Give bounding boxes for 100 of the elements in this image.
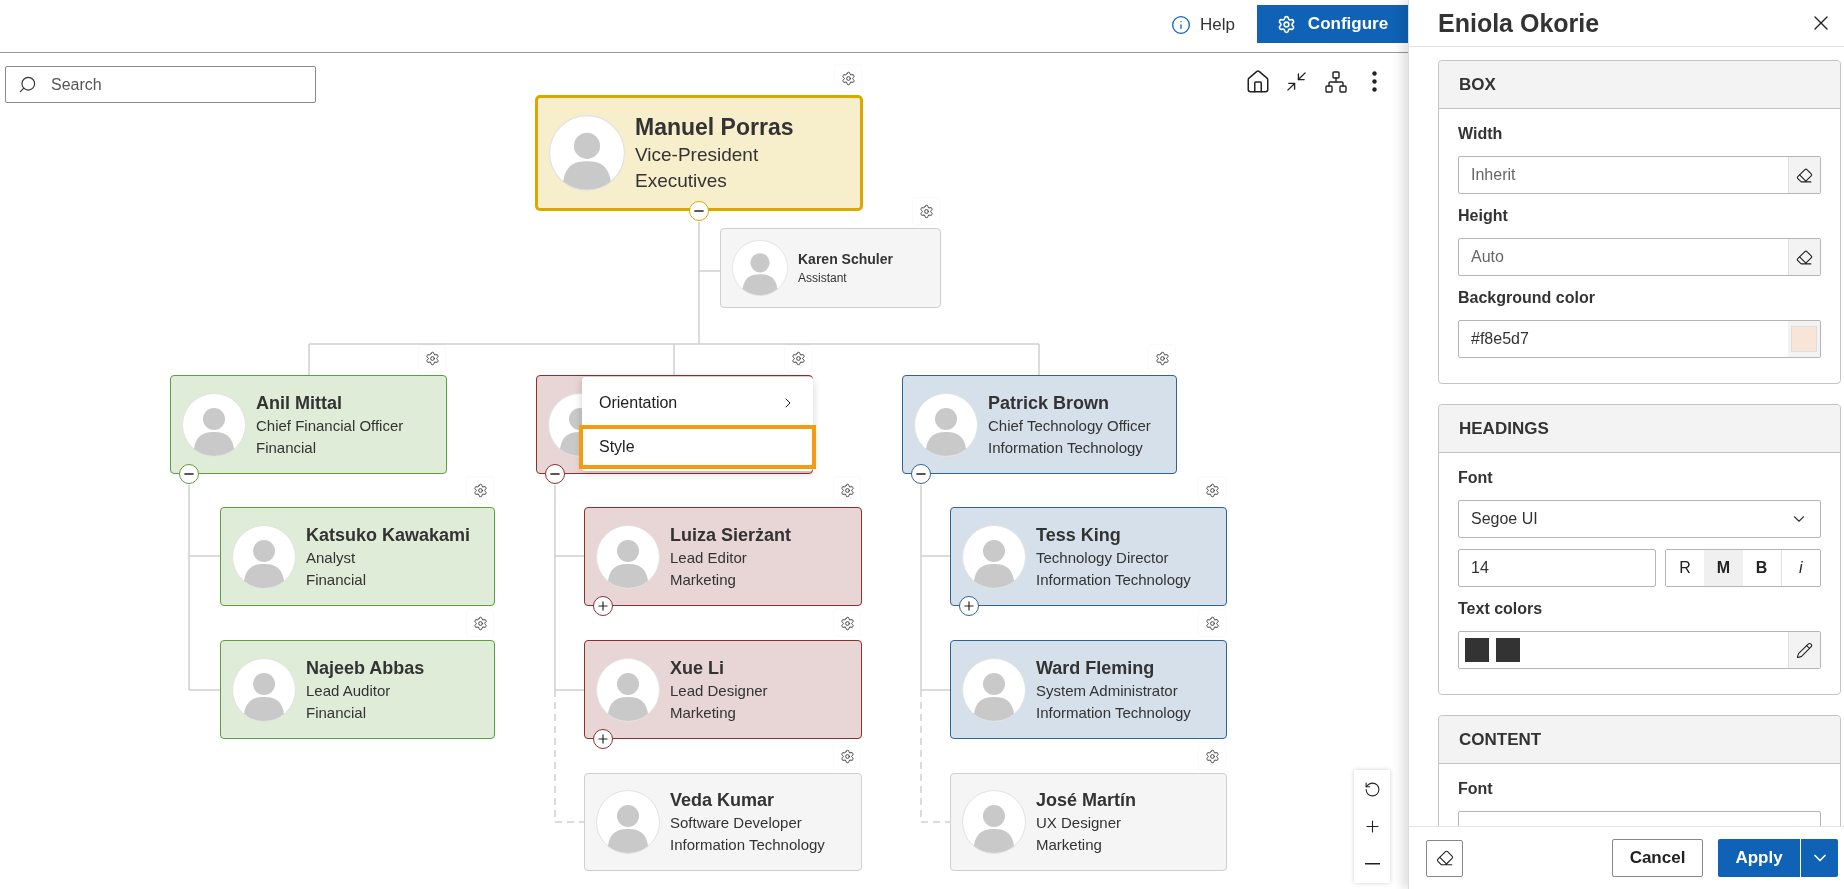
cancel-button[interactable]: Cancel — [1612, 839, 1703, 877]
plus-icon — [596, 732, 610, 746]
plus-icon — [962, 599, 976, 613]
org-node-card[interactable]: Veda Kumar Software Developer Information Technology — [584, 773, 862, 871]
settings-icon — [790, 350, 806, 366]
home-icon — [1244, 68, 1271, 95]
reset-style-button[interactable] — [1426, 839, 1463, 877]
department-name: Executives — [635, 168, 728, 193]
layout-button[interactable] — [1322, 68, 1349, 95]
org-node-card[interactable]: José Martín UX Designer Marketing — [950, 773, 1227, 871]
department-name: Financial — [256, 437, 318, 458]
department-name: Financial — [306, 702, 368, 723]
search-input[interactable]: Search — [49, 74, 289, 95]
help-link[interactable]: Help — [1171, 15, 1235, 35]
field-label: Height — [1458, 206, 1509, 226]
job-title: Assistant — [798, 269, 848, 287]
avatar-placeholder — [962, 790, 1026, 854]
apply-button[interactable]: Apply — [1718, 839, 1800, 877]
person-name: José Martín — [1036, 789, 1137, 812]
field-label: Text colors — [1458, 599, 1544, 619]
collapse-button[interactable] — [689, 201, 709, 221]
avatar-placeholder — [732, 240, 788, 296]
person-name: Manuel Porras — [635, 112, 794, 142]
department-name: Marketing — [670, 702, 737, 723]
pencil-icon — [1796, 641, 1813, 659]
section-header: BOX — [1439, 61, 1840, 109]
home-button[interactable] — [1244, 68, 1271, 95]
settings-icon — [1204, 615, 1220, 631]
settings-icon — [1276, 14, 1296, 34]
collapse-button[interactable] — [545, 464, 565, 484]
org-node-card[interactable]: Manuel Porras Vice-President Executives — [535, 95, 863, 211]
collapse-button[interactable] — [911, 464, 931, 484]
person-name: Luiza Sierżant — [670, 523, 792, 547]
avatar-placeholder — [962, 657, 1026, 722]
menu-item[interactable]: Style — [579, 425, 816, 469]
font-style-button[interactable]: i — [1780, 550, 1820, 586]
job-title: System Administrator — [1036, 680, 1179, 701]
person-name: Veda Kumar — [670, 789, 776, 812]
node-settings-button[interactable] — [1199, 743, 1225, 769]
expand-button[interactable] — [593, 596, 613, 616]
collapse-button[interactable] — [179, 464, 199, 484]
settings-icon — [472, 615, 488, 631]
avatar-placeholder — [596, 657, 660, 722]
department-name: Marketing — [670, 569, 737, 590]
avatar-placeholder — [962, 524, 1026, 589]
node-settings-button[interactable] — [834, 743, 860, 769]
node-settings-button[interactable] — [1149, 345, 1175, 371]
expand-button[interactable] — [959, 596, 979, 616]
menu-item-label: Style — [599, 438, 635, 456]
node-settings-button[interactable] — [913, 198, 939, 224]
edit-button[interactable] — [1788, 632, 1820, 668]
avatar-placeholder — [182, 392, 246, 457]
node-settings-button[interactable] — [467, 610, 493, 636]
node-settings-button[interactable] — [467, 477, 493, 503]
node-settings-button[interactable] — [785, 345, 811, 371]
org-node-card[interactable]: Karen Schuler Assistant — [720, 228, 941, 308]
minus-icon — [1364, 862, 1380, 865]
settings-icon — [839, 615, 855, 631]
settings-icon — [472, 482, 488, 498]
color-swatch[interactable] — [1465, 638, 1489, 662]
configure-button[interactable]: Configure — [1257, 5, 1408, 43]
org-node-card[interactable]: Najeeb Abbas Lead Auditor Financial — [220, 640, 495, 739]
job-title: UX Designer — [1036, 813, 1123, 833]
org-node-card[interactable]: Luiza Sierżant Lead Editor Marketing — [584, 507, 862, 606]
job-title: Lead Editor — [670, 547, 748, 568]
org-node-card[interactable]: Patrick Brown Chief Technology Officer Information Technology — [902, 375, 1177, 474]
node-settings-button[interactable] — [834, 477, 860, 503]
node-settings-button[interactable] — [834, 610, 860, 636]
org-node-card[interactable]: Katsuko Kawakami Analyst Financial — [220, 507, 495, 606]
department-name: Financial — [306, 569, 368, 590]
node-settings-button[interactable] — [419, 345, 445, 371]
clear-button[interactable] — [1788, 157, 1820, 193]
org-node-card[interactable]: Ward Fleming System Administrator Information Technology — [950, 640, 1227, 739]
size-input[interactable]: 14 — [1459, 550, 1655, 586]
field-label: Font — [1458, 468, 1494, 488]
node-settings-button[interactable] — [1199, 477, 1225, 503]
info-icon — [1171, 15, 1192, 35]
field-label: Font — [1458, 779, 1494, 799]
job-title: Lead Designer — [670, 680, 768, 701]
apply-options-button[interactable] — [1800, 839, 1838, 877]
org-node-card[interactable]: Xue Li Lead Designer Marketing — [584, 640, 862, 739]
org-node-card[interactable]: Anil Mittal Chief Financial Officer Financial — [170, 375, 447, 474]
more-icon — [1372, 71, 1377, 92]
hierarchy-icon — [1323, 69, 1348, 94]
department-name: Marketing — [1036, 835, 1103, 855]
expand-button[interactable] — [593, 729, 613, 749]
node-settings-button[interactable] — [835, 65, 861, 91]
font-style-button[interactable]: M — [1704, 550, 1743, 586]
settings-icon — [839, 482, 855, 498]
color-swatch[interactable] — [1496, 638, 1520, 662]
menu-item[interactable]: Orientation — [579, 381, 816, 425]
font-dropdown[interactable]: Segoe UI — [1458, 500, 1821, 538]
department-name: Information Technology — [1036, 702, 1191, 723]
job-title: Vice-President — [635, 142, 760, 167]
org-node-card[interactable]: Tess King Technology Director Information Technology — [950, 507, 1227, 606]
node-settings-button[interactable] — [1199, 610, 1225, 636]
search-field[interactable]: Search — [5, 66, 316, 103]
clear-button[interactable] — [1788, 239, 1820, 275]
search-icon — [18, 75, 37, 94]
person-name: Xue Li — [670, 656, 725, 680]
